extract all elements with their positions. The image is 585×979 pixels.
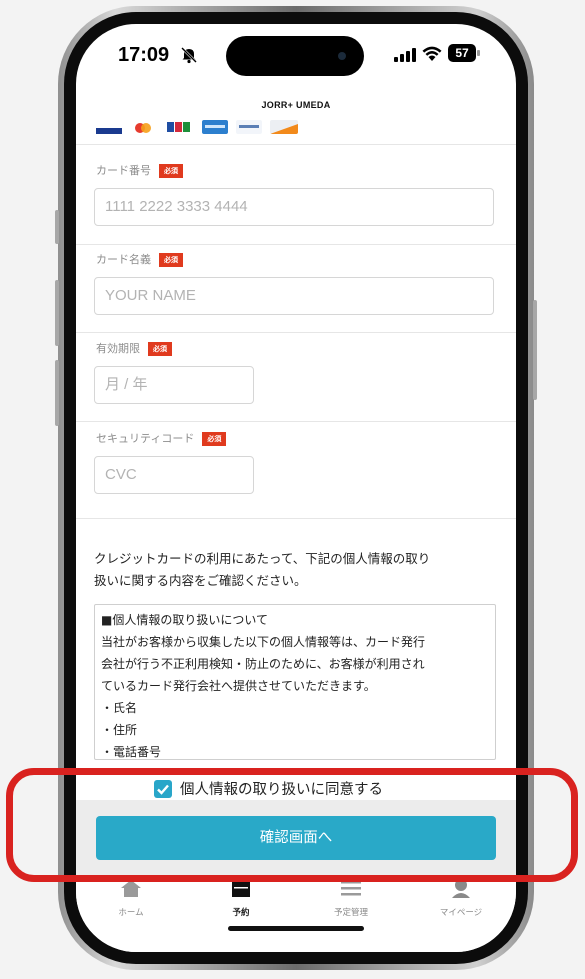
dynamic-island <box>226 36 364 76</box>
amex-logo <box>202 120 228 134</box>
wifi-icon <box>422 46 442 61</box>
diners-logo <box>236 120 262 134</box>
divider <box>76 518 516 519</box>
card-name-label: カード名義 必須 <box>96 251 183 267</box>
status-time: 17:09 <box>118 44 170 66</box>
discover-logo <box>270 120 298 134</box>
power-button <box>533 300 537 400</box>
tab-home[interactable]: ホーム <box>76 876 186 936</box>
battery-icon: 57 <box>448 44 480 62</box>
signal-icon <box>394 48 416 62</box>
required-badge: 必須 <box>159 253 183 267</box>
divider <box>76 332 516 333</box>
stage: 17:09 57 JORR+ UMEDA カード番号 必須 1111 2222 … <box>0 0 585 979</box>
tab-home-label: ホーム <box>118 908 144 918</box>
cvc-input[interactable]: CVC <box>94 456 254 494</box>
policy-line: ・氏名 <box>101 701 138 715</box>
highlight-annotation <box>6 768 578 882</box>
bell-slash-icon <box>181 47 197 64</box>
required-badge: 必須 <box>202 432 227 446</box>
jcb-logo <box>167 122 190 132</box>
volume-up-button <box>55 280 59 346</box>
tab-reservation-label: 予約 <box>232 908 250 918</box>
camera-dot <box>338 52 346 60</box>
required-badge: 必須 <box>148 342 172 356</box>
mute-switch <box>55 210 59 244</box>
card-number-label: カード番号 必須 <box>96 162 183 178</box>
battery-level: 57 <box>448 44 476 62</box>
policy-line: 会社が行う不正利用検知・防止のために、お客様が利用され <box>101 657 425 671</box>
divider <box>76 421 516 422</box>
home-indicator <box>228 926 364 931</box>
policy-line: ているカード発行会社へ提供させていただきます。 <box>101 679 376 693</box>
divider <box>76 144 516 145</box>
tab-bar: ホーム 予約 予定管理 マイページ <box>76 876 516 952</box>
card-name-input[interactable]: YOUR NAME <box>94 277 494 315</box>
notice-line: クレジットカードの利用にあたって、下記の個人情報の取り <box>94 551 431 566</box>
card-number-input[interactable]: 1111 2222 3333 4444 <box>94 188 494 226</box>
policy-line: ・住所 <box>101 723 138 737</box>
policy-line: 当社がお客様から収集した以下の個人情報等は、カード発行 <box>101 635 426 649</box>
expiry-label-text: 有効期限 <box>96 342 140 355</box>
status-bar: 17:09 57 <box>76 24 516 94</box>
volume-down-button <box>55 360 59 426</box>
card-number-label-text: カード番号 <box>96 164 151 177</box>
page-title: JORR+ UMEDA <box>261 100 331 110</box>
expiry-label: 有効期限 必須 <box>96 340 172 356</box>
visa-logo <box>96 128 122 134</box>
divider <box>76 244 516 245</box>
expiry-input[interactable]: 月 / 年 <box>94 366 254 404</box>
cvc-label-text: セキュリティコード <box>96 432 195 445</box>
card-brand-logos <box>96 120 396 142</box>
privacy-notice: クレジットカードの利用にあたって、下記の個人情報の取り 扱いに関する内容をご確認… <box>94 548 498 592</box>
required-badge: 必須 <box>159 164 183 178</box>
tab-mypage[interactable]: マイページ <box>406 876 516 936</box>
privacy-policy-box[interactable]: ■個人情報の取り扱いについて 当社がお客様から収集した以下の個人情報等は、カード… <box>94 604 496 760</box>
battery-tip <box>477 50 480 56</box>
card-name-label-text: カード名義 <box>96 253 151 266</box>
tab-mypage-label: マイページ <box>439 908 483 918</box>
policy-line: ■個人情報の取り扱いについて <box>101 613 268 627</box>
cvc-label: セキュリティコード 必須 <box>96 430 227 446</box>
policy-line: ・電話番号 <box>101 745 162 759</box>
tab-schedule-label: 予定管理 <box>333 908 368 918</box>
notice-line: 扱いに関する内容をご確認ください。 <box>94 573 307 588</box>
payment-form: カード番号 必須 1111 2222 3333 4444 カード名義 必須 YOUR… <box>76 120 516 808</box>
mastercard-logo <box>135 123 151 133</box>
